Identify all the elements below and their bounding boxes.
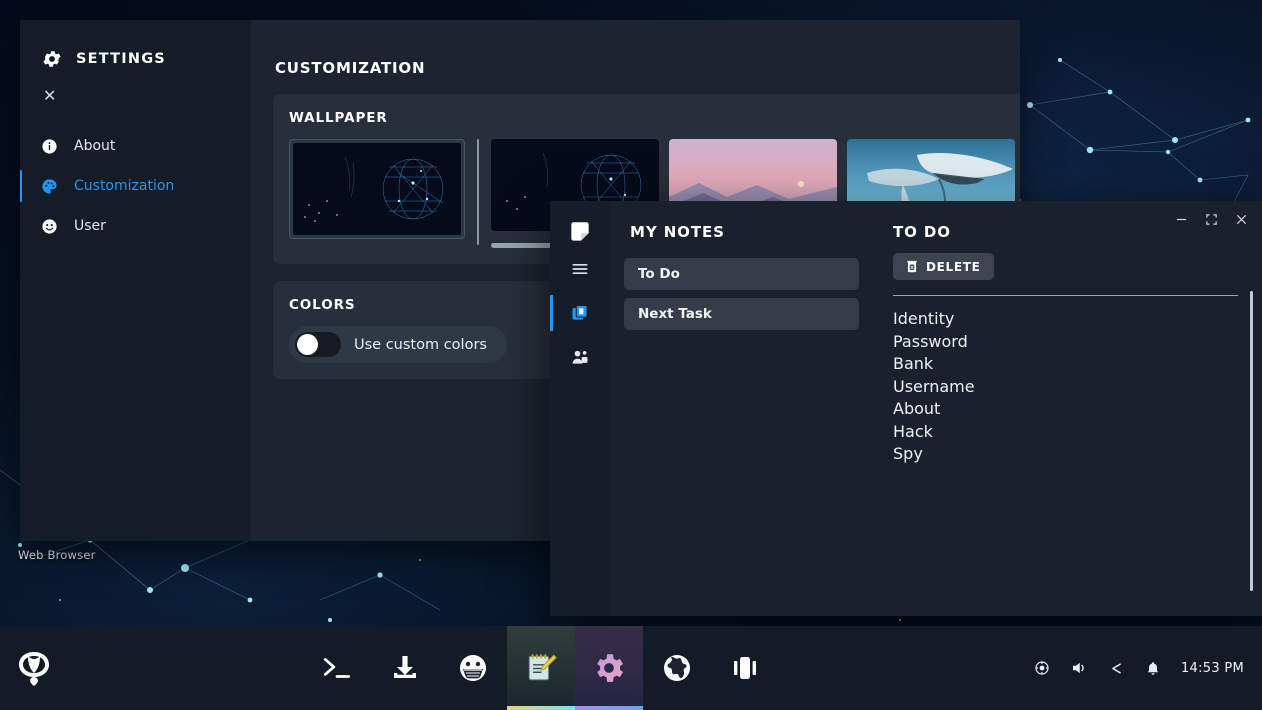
taskbar-app-panels[interactable]: [711, 626, 779, 710]
notes-rail: [550, 201, 610, 616]
todo-item[interactable]: Username: [893, 376, 1252, 399]
delete-button-label: DELETE: [926, 259, 981, 274]
todo-item[interactable]: Identity: [893, 308, 1252, 331]
sticky-note-icon: [571, 222, 589, 241]
sidebar-close-icon[interactable]: ✕: [20, 78, 80, 114]
settings-nav: About Customization User: [20, 126, 251, 246]
taskbar-left: [0, 647, 120, 689]
sidebar-item-user[interactable]: User: [20, 206, 251, 246]
notes-copy-icon: [572, 305, 588, 320]
minimize-icon[interactable]: [1166, 204, 1196, 234]
rail-share-button[interactable]: [550, 337, 610, 377]
todo-item[interactable]: Hack: [893, 421, 1252, 444]
sidebar-item-label: Customization: [74, 178, 175, 194]
list-item[interactable]: Next Task: [624, 298, 859, 330]
notepad-pencil-icon: [528, 654, 557, 681]
taskbar-apps: [120, 626, 962, 710]
todo-item[interactable]: About: [893, 398, 1252, 421]
settings-header: SETTINGS: [20, 20, 251, 78]
taskbar-tray: 14:53 PM: [962, 659, 1262, 677]
todo-divider: [893, 295, 1238, 296]
delete-button[interactable]: DELETE: [893, 253, 994, 280]
running-indicator: [507, 706, 575, 710]
toggle-knob: [297, 334, 318, 355]
split-panels-icon: [734, 657, 756, 679]
share-people-icon: [572, 350, 588, 364]
wallpaper-section-title: WALLPAPER: [289, 110, 388, 126]
list-item[interactable]: To Do: [624, 258, 859, 290]
todo-item[interactable]: Password: [893, 331, 1252, 354]
globe-icon: [664, 655, 690, 681]
todo-item-list: Identity Password Bank Username About Ha…: [893, 308, 1252, 466]
rail-menu-button[interactable]: [550, 249, 610, 289]
custom-colors-label: Use custom colors: [354, 336, 487, 353]
taskbar: 14:53 PM: [0, 626, 1262, 710]
taskbar-app-notes[interactable]: [507, 626, 575, 710]
notes-pane-title: MY NOTES: [630, 223, 725, 241]
todo-pane: TO DO DELETE Identity Password Bank User…: [873, 201, 1262, 616]
notes-window-controls: [1166, 201, 1262, 237]
close-icon[interactable]: [1226, 204, 1256, 234]
bell-icon[interactable]: [1145, 660, 1161, 677]
taskbar-app-mask[interactable]: [439, 626, 507, 710]
wallpaper-selected-thumb[interactable]: [289, 139, 465, 239]
gear-icon: [597, 654, 623, 682]
desktop-icon-label[interactable]: Web Browser: [18, 548, 96, 562]
user-face-icon: [42, 218, 57, 234]
terminal-prompt-icon: [323, 658, 351, 678]
sidebar-item-label: About: [74, 138, 116, 154]
hamburger-menu-icon: [572, 264, 588, 274]
masked-face-icon: [460, 655, 486, 681]
record-circle-icon[interactable]: [1034, 660, 1050, 676]
page-title: CUSTOMIZATION: [275, 59, 426, 77]
todo-item[interactable]: Bank: [893, 353, 1252, 376]
wallpaper-divider: [477, 139, 479, 245]
notes-list-pane: MY NOTES To Do Next Task: [610, 201, 873, 616]
settings-title: SETTINGS: [76, 51, 166, 67]
running-indicator: [575, 706, 643, 710]
sidebar-item-customization[interactable]: Customization: [20, 166, 251, 206]
taskbar-app-terminal[interactable]: [303, 626, 371, 710]
taskbar-app-settings[interactable]: [575, 626, 643, 710]
custom-colors-toggle-row[interactable]: Use custom colors: [289, 326, 507, 363]
maximize-icon[interactable]: [1196, 204, 1226, 234]
trash-icon: [907, 260, 917, 273]
todo-item[interactable]: Spy: [893, 443, 1252, 466]
taskbar-app-browser[interactable]: [643, 626, 711, 710]
settings-sidebar: SETTINGS ✕ About Customization User: [20, 20, 251, 541]
taskbar-clock[interactable]: 14:53 PM: [1181, 661, 1244, 676]
palette-icon: [42, 178, 57, 194]
speaker-icon[interactable]: [1070, 659, 1088, 677]
gear-icon: [43, 51, 61, 67]
sidebar-item-label: User: [74, 218, 106, 234]
share-icon[interactable]: [1108, 660, 1125, 677]
sidebar-item-about[interactable]: About: [20, 126, 251, 166]
notes-window[interactable]: MY NOTES To Do Next Task TO DO DELETE Id…: [550, 201, 1262, 616]
custom-colors-toggle[interactable]: [295, 332, 341, 357]
download-arrow-icon: [394, 656, 416, 678]
rail-notes-button[interactable]: [550, 293, 610, 333]
info-icon: [42, 138, 57, 154]
todo-scrollbar[interactable]: [1250, 291, 1253, 591]
taskbar-app-downloads[interactable]: [371, 626, 439, 710]
wallpaper-thumb-network-globe: [293, 143, 461, 235]
start-logo-icon[interactable]: [14, 647, 54, 689]
